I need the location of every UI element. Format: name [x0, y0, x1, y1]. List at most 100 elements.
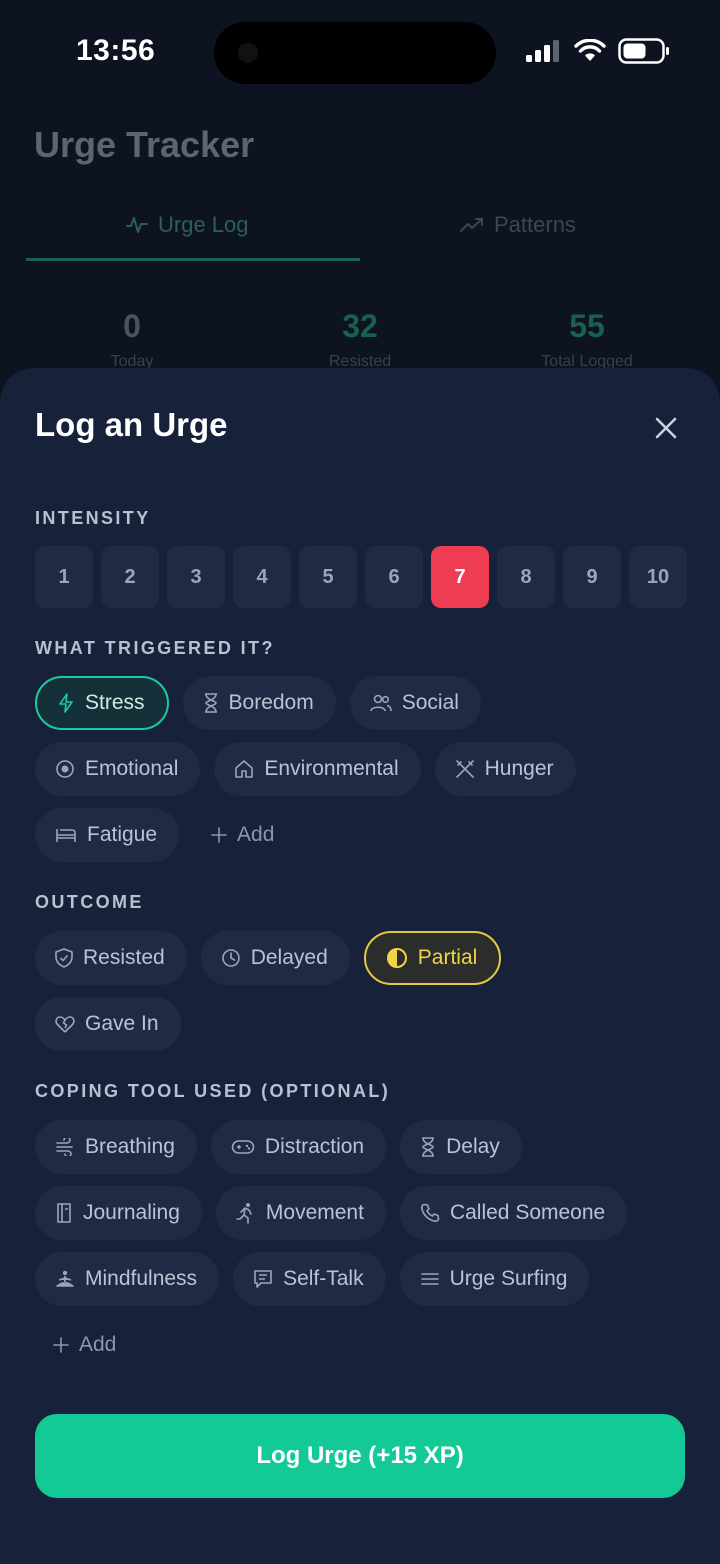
stat-resisted: 32 Resisted: [260, 308, 460, 371]
wind-icon: [56, 1138, 73, 1156]
waves-icon: [420, 1273, 439, 1285]
outcome-gave-in-label: Gave In: [85, 1012, 159, 1035]
trigger-fatigue-label: Fatigue: [87, 823, 158, 846]
add-trigger-label: Add: [237, 823, 275, 846]
intensity-3[interactable]: 3: [167, 546, 225, 608]
chat-icon: [254, 1270, 272, 1288]
coping-delay-label: Delay: [446, 1135, 500, 1158]
signal-icon: [526, 40, 559, 62]
coping-label: COPING TOOL USED (OPTIONAL): [35, 1081, 391, 1101]
coping-movement-label: Movement: [265, 1201, 364, 1224]
intensity-6[interactable]: 6: [365, 546, 423, 608]
shield-icon: [55, 948, 73, 968]
trigger-label: WHAT TRIGGERED IT?: [35, 638, 275, 658]
plus-icon: [211, 827, 227, 843]
intensity-selector: 1 2 3 4 5 6 7 8 9 10: [35, 546, 687, 608]
tab-patterns[interactable]: Patterns: [460, 212, 576, 238]
intensity-7[interactable]: 7: [431, 546, 489, 608]
trigger-stress-label: Stress: [85, 691, 145, 714]
trigger-boredom[interactable]: Boredom: [182, 676, 336, 730]
trigger-environmental[interactable]: Environmental: [214, 742, 421, 796]
trigger-stress[interactable]: Stress: [35, 676, 169, 730]
coping-mindfulness[interactable]: Mindfulness: [35, 1252, 220, 1306]
target-icon: [56, 760, 74, 778]
coping-journaling-label: Journaling: [83, 1201, 180, 1224]
users-icon: [369, 694, 392, 712]
outcome-delayed[interactable]: Delayed: [200, 931, 350, 985]
log-urge-button[interactable]: Log Urge (+15 XP): [35, 1414, 685, 1498]
tab-indicator: [26, 258, 360, 261]
intensity-5[interactable]: 5: [299, 546, 357, 608]
bed-icon: [56, 829, 76, 842]
trigger-social[interactable]: Social: [349, 676, 481, 730]
notebook-icon: [57, 1203, 71, 1223]
trigger-environmental-label: Environmental: [264, 757, 399, 780]
coping-called-someone-label: Called Someone: [449, 1201, 606, 1224]
pulse-icon: [126, 217, 148, 233]
broken-heart-icon: [55, 1016, 75, 1033]
coping-distraction[interactable]: Distraction: [210, 1120, 387, 1174]
intensity-8[interactable]: 8: [497, 546, 555, 608]
meditation-icon: [56, 1270, 74, 1287]
coping-distraction-label: Distraction: [264, 1135, 365, 1158]
sheet-title: Log an Urge: [35, 406, 228, 443]
outcome-label: OUTCOME: [35, 892, 144, 912]
coping-self-talk-label: Self-Talk: [283, 1267, 364, 1290]
intensity-4[interactable]: 4: [233, 546, 291, 608]
stat-resisted-value: 32: [342, 308, 378, 344]
tab-patterns-label: Patterns: [494, 212, 576, 237]
tab-urge-log-label: Urge Log: [158, 212, 249, 237]
home-icon: [235, 760, 254, 778]
coping-urge-surfing[interactable]: Urge Surfing: [399, 1252, 590, 1306]
coping-row-4: Add: [35, 1318, 138, 1372]
trigger-fatigue[interactable]: Fatigue: [35, 808, 180, 862]
outcome-resisted-label: Resisted: [83, 946, 165, 969]
intensity-2[interactable]: 2: [101, 546, 159, 608]
coping-breathing-label: Breathing: [85, 1135, 175, 1158]
coping-movement[interactable]: Movement: [215, 1186, 386, 1240]
stat-today: 0 Today: [32, 308, 232, 371]
outcome-row-2: Gave In: [35, 997, 181, 1051]
trigger-emotional[interactable]: Emotional: [35, 742, 201, 796]
background-screen: Urge Tracker Urge Log Patterns 0 Today 3…: [0, 100, 720, 400]
log-urge-sheet: Log an Urge INTENSITY 1 2 3 4 5 6 7 8 9 …: [0, 368, 720, 1564]
status-icons: [526, 38, 670, 64]
stat-total-value: 55: [569, 308, 605, 344]
outcome-partial[interactable]: Partial: [363, 931, 502, 985]
coping-urge-surfing-label: Urge Surfing: [449, 1267, 568, 1290]
coping-delay[interactable]: Delay: [400, 1120, 522, 1174]
phone-icon: [420, 1203, 440, 1222]
intensity-10[interactable]: 10: [629, 546, 687, 608]
stat-today-value: 0: [123, 308, 141, 344]
half-circle-icon: [386, 948, 407, 968]
hourglass-icon: [204, 693, 217, 713]
add-coping-button[interactable]: Add: [35, 1318, 138, 1372]
trigger-emotional-label: Emotional: [85, 757, 179, 780]
coping-breathing[interactable]: Breathing: [35, 1120, 197, 1174]
close-button[interactable]: [648, 410, 684, 446]
trigger-social-label: Social: [401, 691, 459, 714]
close-icon: [655, 417, 677, 439]
gamepad-icon: [231, 1140, 255, 1154]
trigger-boredom-label: Boredom: [228, 691, 314, 714]
intensity-9[interactable]: 9: [563, 546, 621, 608]
tab-urge-log[interactable]: Urge Log: [126, 212, 249, 238]
status-time: 13:56: [76, 34, 156, 67]
outcome-resisted[interactable]: Resisted: [35, 931, 187, 985]
tab-bar: Urge Log Patterns: [26, 202, 694, 262]
outcome-delayed-label: Delayed: [250, 946, 328, 969]
add-coping-label: Add: [79, 1333, 117, 1356]
outcome-gave-in[interactable]: Gave In: [35, 997, 181, 1051]
coping-called-someone[interactable]: Called Someone: [399, 1186, 628, 1240]
outcome-row-1: Resisted Delayed Partial: [35, 931, 502, 985]
coping-self-talk[interactable]: Self-Talk: [233, 1252, 386, 1306]
trigger-hunger[interactable]: Hunger: [434, 742, 576, 796]
plus-icon: [53, 1337, 69, 1353]
intensity-label: INTENSITY: [35, 508, 151, 528]
trigger-row-3: Fatigue Add: [35, 808, 296, 862]
coping-row-3: Mindfulness Self-Talk Urge Surfing: [35, 1252, 590, 1306]
coping-journaling[interactable]: Journaling: [35, 1186, 202, 1240]
wifi-icon: [574, 39, 606, 61]
add-trigger-button[interactable]: Add: [193, 808, 296, 862]
intensity-1[interactable]: 1: [35, 546, 93, 608]
